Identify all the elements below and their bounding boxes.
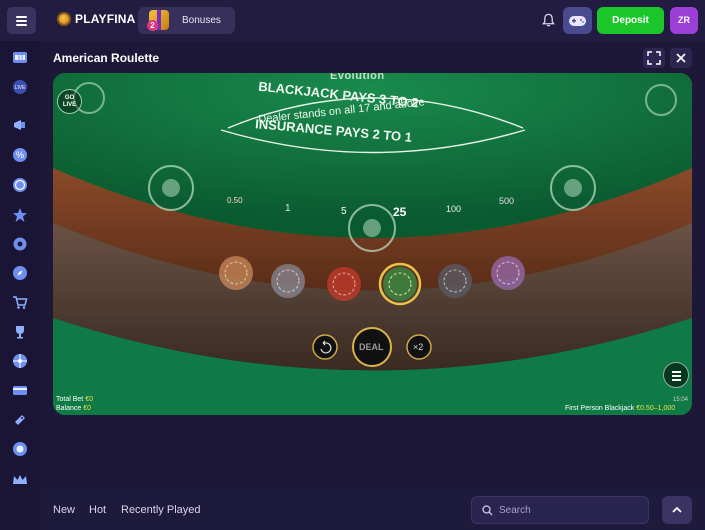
cash-icon[interactable] — [12, 382, 28, 398]
brand-logo[interactable]: PLAYFINA — [57, 12, 136, 26]
chip-label-100: 100 — [446, 204, 462, 214]
hamburger-icon — [16, 16, 27, 18]
star-icon[interactable] — [12, 207, 28, 223]
balance-label: Balance €0 — [56, 405, 91, 412]
search-icon — [482, 505, 493, 516]
undo-button[interactable] — [312, 334, 338, 360]
balance-value: €0 — [83, 405, 92, 412]
chip-1[interactable] — [271, 264, 305, 298]
game-title: American Roulette — [53, 51, 160, 65]
tab-hot[interactable]: Hot — [89, 504, 106, 516]
game-name: First Person Blackjack — [565, 405, 635, 412]
search-box — [471, 496, 649, 524]
crown-icon[interactable] — [12, 472, 28, 488]
brand-name: PLAYFINA — [75, 12, 136, 26]
cart-icon[interactable] — [12, 294, 28, 310]
chevron-up-icon — [672, 506, 682, 513]
live-icon[interactable]: LIVE — [12, 79, 28, 95]
menu-icon — [672, 371, 681, 373]
compass-icon[interactable] — [12, 265, 28, 281]
chip-label-5: 5 — [341, 206, 347, 217]
go-live-badge[interactable]: GO LIVE — [57, 89, 82, 114]
chip-label-1: 1 — [285, 203, 291, 214]
deposit-button[interactable]: Deposit — [597, 7, 664, 34]
ticket-icon[interactable] — [12, 412, 28, 428]
chip-0.50[interactable] — [219, 256, 253, 290]
chip-label-25: 25 — [393, 205, 407, 219]
fullscreen-button[interactable] — [643, 48, 665, 68]
bonuses-button[interactable]: 2 Bonuses — [138, 7, 235, 34]
total-bet-value: €0 — [85, 396, 93, 403]
scroll-up-button[interactable] — [662, 496, 692, 524]
game-menu-button[interactable] — [663, 362, 689, 388]
bet-limits: €0.50–1,000 — [636, 405, 676, 412]
chip-label-500: 500 — [499, 196, 515, 206]
games-button[interactable] — [563, 7, 592, 34]
slot-machine-icon[interactable] — [12, 49, 28, 65]
chip-100[interactable] — [438, 264, 472, 298]
badge-icon[interactable] — [12, 441, 28, 457]
clock: 15:04 — [673, 397, 689, 403]
percent-icon[interactable]: % — [12, 147, 28, 163]
deal-label: DEAL — [359, 342, 384, 352]
game-frame[interactable]: Evolution BLACKJACK PAYS 3 TO 2 Dealer s… — [53, 73, 692, 415]
game-info: First Person Blackjack €0.50–1,000 — [565, 405, 675, 412]
fullscreen-icon — [647, 51, 661, 65]
tab-new[interactable]: New — [53, 504, 75, 516]
menu-icon — [672, 379, 681, 381]
chip-label-0.50: 0.50 — [227, 196, 243, 205]
trophy-icon[interactable] — [12, 324, 28, 340]
logo-icon — [57, 12, 71, 26]
hamburger-icon — [16, 24, 27, 26]
double-label: ×2 — [413, 342, 424, 352]
live-icon-label: LIVE — [15, 85, 27, 91]
search-input[interactable] — [499, 502, 639, 518]
coin-icon[interactable] — [12, 177, 28, 193]
megaphone-icon[interactable] — [12, 117, 28, 133]
bonuses-count-badge: 2 — [147, 20, 158, 31]
chip-500[interactable] — [491, 256, 525, 290]
tab-recently-played[interactable]: Recently Played — [121, 504, 201, 516]
chip-25[interactable] — [378, 262, 422, 306]
close-button[interactable] — [670, 48, 692, 68]
gamepad-icon — [569, 16, 586, 26]
menu-icon — [672, 375, 681, 377]
gear-icon[interactable] — [12, 236, 28, 252]
chip-5[interactable] — [327, 267, 361, 301]
svg-text:%: % — [16, 150, 24, 160]
hamburger-icon — [16, 20, 27, 22]
balance-label-text: Balance — [56, 405, 82, 412]
blackjack-table — [53, 73, 692, 415]
total-bet-label-text: Total Bet — [56, 396, 84, 403]
sidebar: LIVE % — [0, 41, 40, 530]
provider-logo: Evolution — [330, 73, 385, 82]
bonuses-label: Bonuses — [182, 15, 221, 26]
menu-button[interactable] — [7, 7, 36, 34]
user-avatar[interactable]: ZR — [670, 7, 698, 34]
total-bet-label: Total Bet €0 — [56, 396, 93, 403]
wheel-icon[interactable] — [12, 353, 28, 369]
close-icon — [676, 53, 686, 63]
bell-icon[interactable] — [541, 12, 556, 28]
top-bar: PLAYFINA 2 Bonuses Deposit ZR — [0, 0, 705, 41]
